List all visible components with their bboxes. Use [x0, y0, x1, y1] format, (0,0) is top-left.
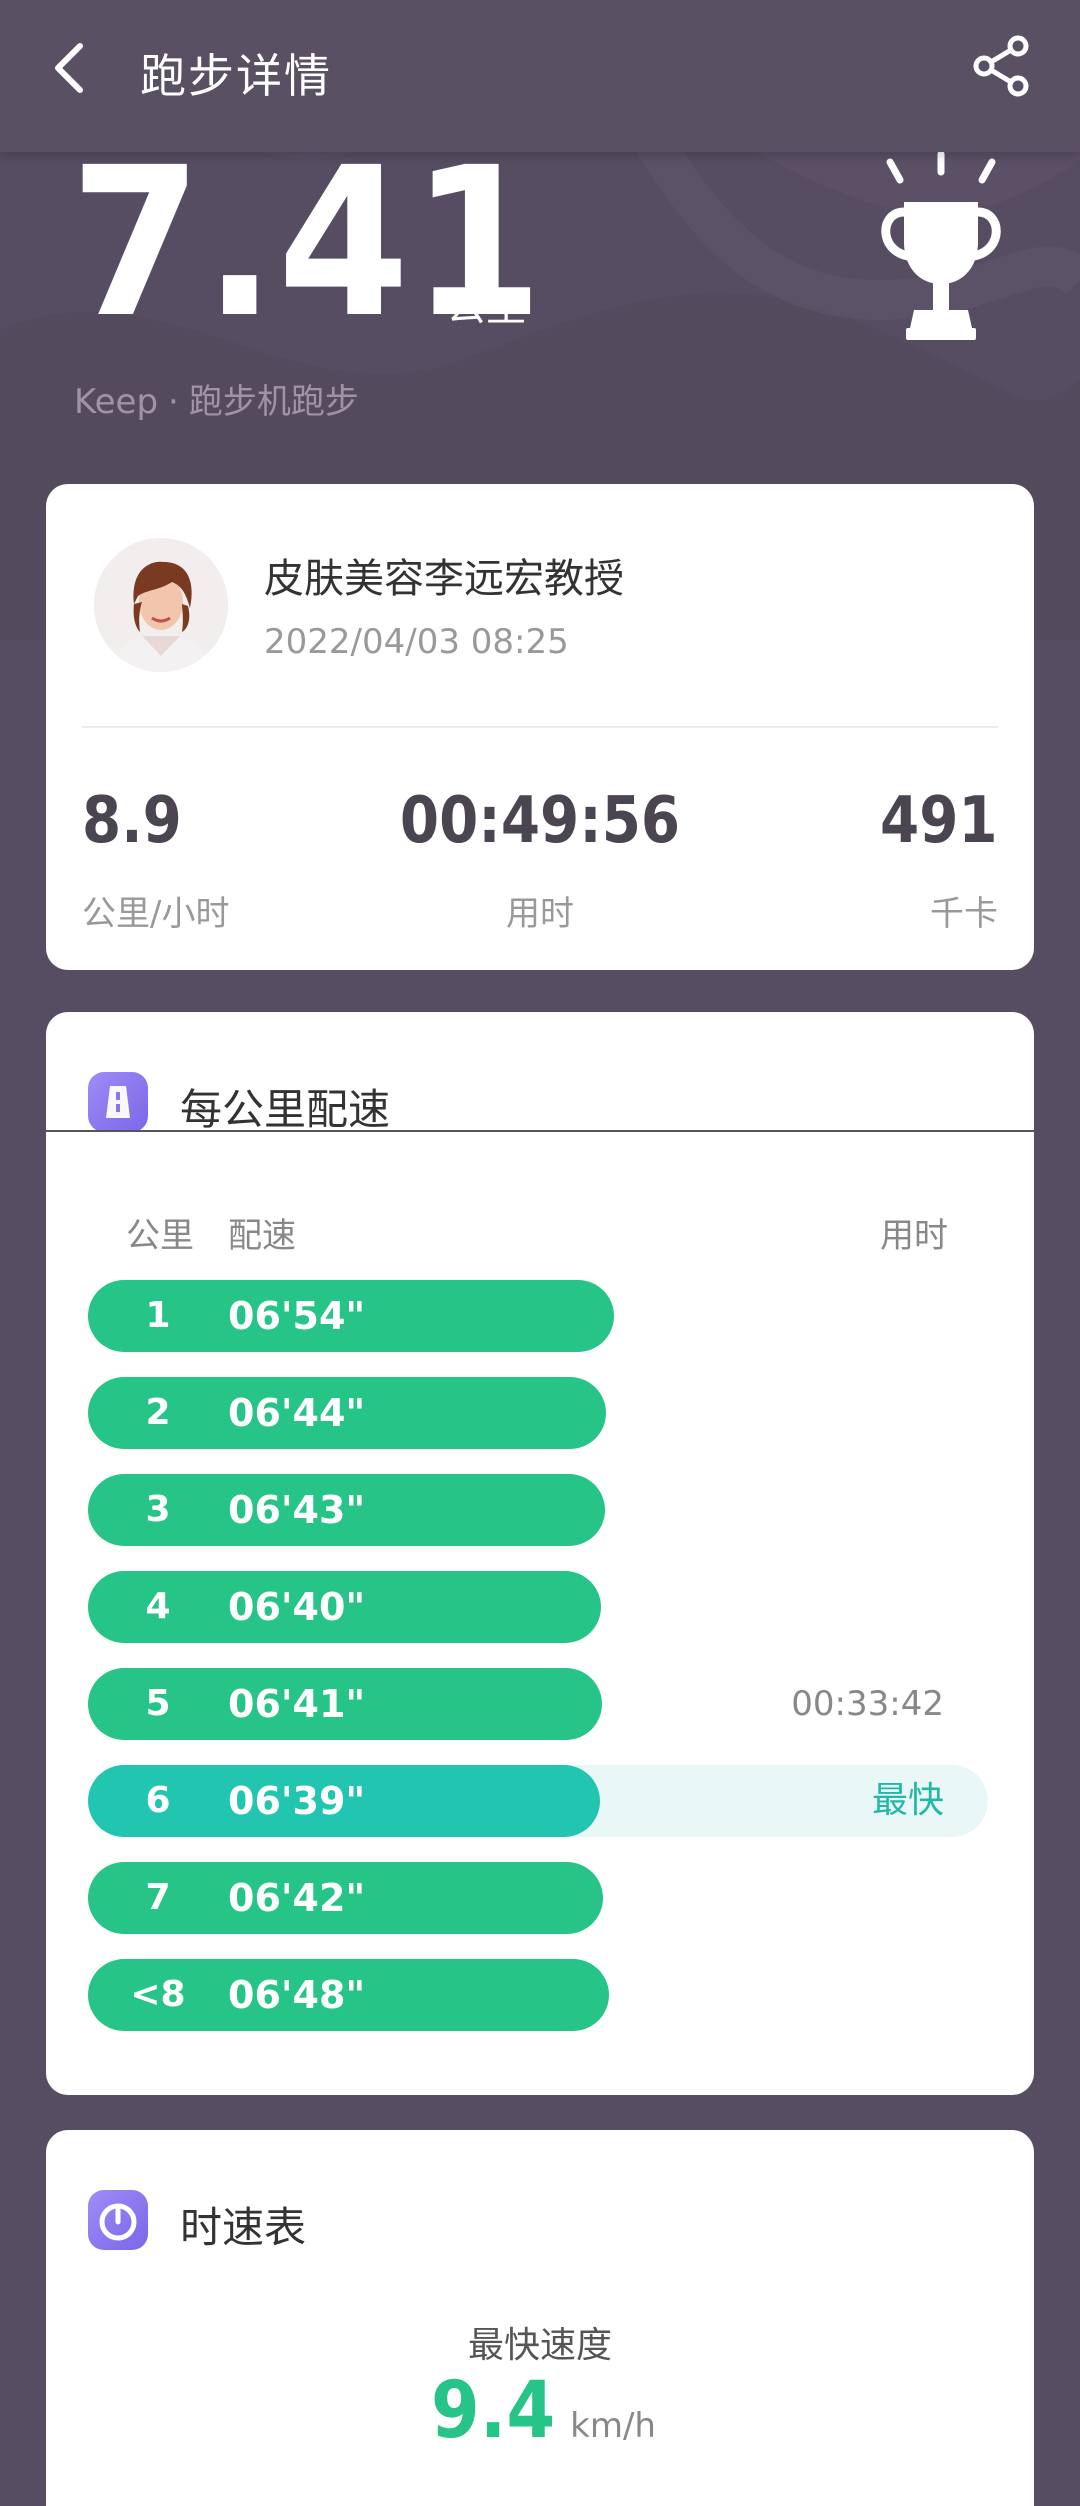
share-icon	[973, 35, 1029, 97]
pace-km: 3	[145, 1489, 171, 1530]
pace-row: 4 06'40"	[88, 1571, 988, 1643]
pace-row-fastest: 6 06'39" 最快	[88, 1765, 988, 1837]
trophy-icon	[881, 150, 1001, 340]
column-header-pace: 配速	[228, 1216, 296, 1256]
pace-row: 5 06'41" 00:33:42	[88, 1668, 988, 1740]
pace-km: 4	[145, 1586, 171, 1627]
source-type: 跑步机跑步	[188, 382, 359, 422]
pace-value: 06'44"	[228, 1391, 366, 1435]
workout-source: Keep · 跑步机跑步	[74, 374, 359, 423]
calories-value: 491	[880, 784, 998, 858]
pace-km: <8	[130, 1974, 186, 2015]
source-app: Keep	[74, 382, 159, 422]
pace-km: 7	[145, 1877, 171, 1918]
pace-cumulative-time: 00:33:42	[791, 1684, 944, 1724]
pace-section-title: 每公里配速	[180, 1085, 391, 1134]
pace-per-km-card: 每公里配速 公里 配速 用时 1 06'54" 2 06'44" 3 06'43" 4 06'…	[46, 1012, 1034, 2095]
chevron-left-icon	[55, 43, 83, 93]
pace-km: 6	[145, 1780, 171, 1821]
pace-row: 3 06'43"	[88, 1474, 988, 1546]
speed-section-icon	[88, 2190, 148, 2250]
pace-value: 06'41"	[228, 1682, 366, 1726]
pace-value: 06'43"	[228, 1488, 366, 1532]
speed-section-title: 时速表	[180, 2203, 307, 2252]
pace-row: 1 06'54"	[88, 1280, 988, 1352]
top-app-bar: 跑步详情	[0, 0, 1080, 152]
workout-datetime: 2022/04/03 08:25	[264, 622, 569, 662]
column-header-km: 公里	[126, 1216, 194, 1256]
user-name: 皮肤美容李远宏教授	[264, 556, 624, 602]
page-title: 跑步详情	[140, 49, 332, 103]
max-speed-label: 最快速度	[467, 2325, 612, 2366]
divider	[82, 726, 998, 728]
pace-km: 5	[145, 1683, 171, 1724]
duration-value: 00:49:56	[399, 784, 681, 858]
max-speed: 9.4 km/h	[46, 2366, 1034, 2456]
pace-km: 1	[145, 1295, 171, 1336]
workout-summary-card: 皮肤美容李远宏教授 2022/04/03 08:25 8.9 公里/小时 00:…	[46, 484, 1034, 970]
distance-unit: 公里	[446, 284, 526, 330]
calories-label: 千卡	[930, 894, 998, 934]
source-separator: ·	[168, 382, 179, 422]
max-speed-unit: km/h	[570, 2406, 656, 2446]
fastest-badge: 最快	[871, 1780, 944, 1821]
user-photo	[94, 538, 228, 672]
road-icon	[106, 1086, 130, 1118]
pace-value: 06'48"	[228, 1973, 366, 2017]
pace-value: 06'42"	[228, 1876, 366, 1920]
pace-value: 06'54"	[228, 1294, 366, 1338]
speedometer-icon	[99, 2203, 137, 2241]
divider	[46, 1130, 1034, 1132]
share-button[interactable]	[966, 30, 1038, 102]
column-header-time: 用时	[880, 1216, 948, 1256]
max-speed-value: 9.4	[430, 2366, 556, 2456]
avatar[interactable]	[94, 538, 228, 672]
pace-value: 06'40"	[228, 1585, 366, 1629]
duration-label: 用时	[506, 894, 574, 934]
pace-row: 2 06'44"	[88, 1377, 988, 1449]
pace-row: <8 06'48"	[88, 1959, 988, 2031]
pace-km: 2	[145, 1392, 171, 1433]
pace-value: 06'39"	[228, 1779, 366, 1823]
pace-section-icon	[88, 1072, 148, 1132]
speedometer-card: 时速表 最快速度 9.4 km/h	[46, 2130, 1034, 2506]
pace-row: 7 06'42"	[88, 1862, 988, 1934]
back-button[interactable]	[36, 32, 108, 104]
